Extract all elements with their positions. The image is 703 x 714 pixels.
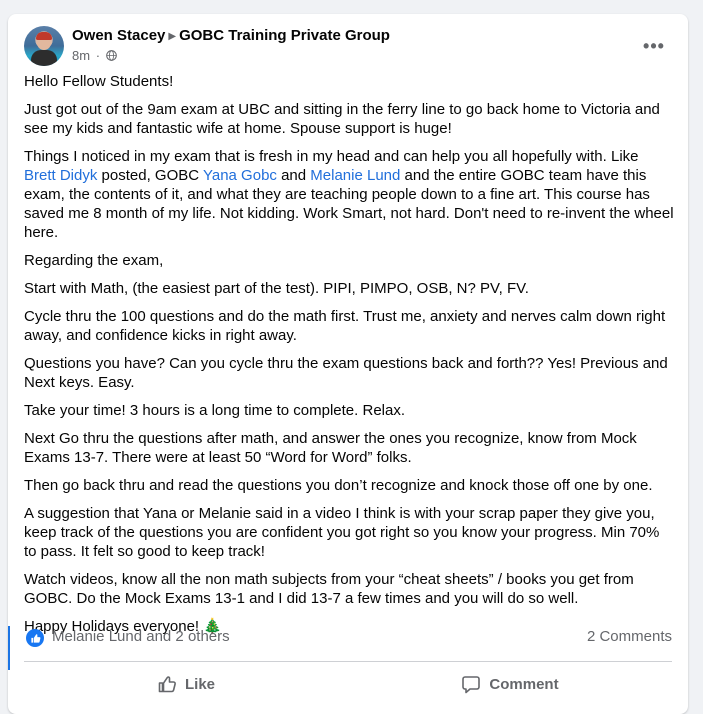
post-text: Watch videos, know all the non math subj… <box>24 571 634 607</box>
arrow-right-icon: ▶ <box>168 31 177 42</box>
post-paragraph: Just got out of the 9am exam at UBC and … <box>24 100 674 138</box>
post-paragraph: Things I noticed in my exam that is fres… <box>24 147 674 242</box>
post-body: Hello Fellow Students! Just got out of th… <box>24 72 674 645</box>
meta-separator: · <box>95 48 101 63</box>
post-paragraph: A suggestion that Yana or Melanie said i… <box>24 504 674 561</box>
post-time[interactable]: 8m <box>72 48 90 63</box>
post-text: Start with Math, (the easiest part of th… <box>24 280 529 297</box>
thumbs-up-outline-icon <box>158 676 176 693</box>
post-header: Owen Stacey ▶ GOBC Training Private Group … <box>24 26 672 66</box>
post-paragraph: Then go back thru and read the questions… <box>24 476 674 495</box>
post-text: Questions you have? Can you cycle thru t… <box>24 355 668 391</box>
reactions-bar: Melanie Lund and 2 others 2 Comments <box>8 626 688 670</box>
post-text: Then go back thru and read the questions… <box>24 477 653 494</box>
post-text: and <box>276 167 311 184</box>
reaction-summary[interactable]: Melanie Lund and 2 others <box>52 628 230 645</box>
post-paragraph: Cycle thru the 100 questions and do the … <box>24 307 674 345</box>
post-text: posted, GOBC <box>97 167 203 184</box>
post-paragraph: Next Go thru the questions after math, a… <box>24 429 674 467</box>
post-text: Regarding the exam, <box>24 252 164 269</box>
divider <box>24 661 672 662</box>
mention-link[interactable]: Brett Didyk <box>24 167 97 184</box>
post-text: Hello Fellow Students! <box>24 73 174 90</box>
post-text: Take your time! 3 hours is a long time t… <box>24 402 406 419</box>
post-text: Just got out of the 9am exam at UBC and … <box>24 101 660 137</box>
thumbs-up-icon[interactable] <box>26 629 44 647</box>
globe-icon <box>105 50 117 61</box>
comment-bubble-icon <box>462 676 481 694</box>
more-options-icon[interactable]: ••• <box>636 28 672 64</box>
author-name[interactable]: Owen Stacey <box>72 27 165 44</box>
comments-count[interactable]: 2 Comments <box>587 628 672 645</box>
author-avatar[interactable] <box>24 26 64 66</box>
mention-link[interactable]: Yana Gobc <box>203 167 277 184</box>
post-paragraph: Start with Math, (the easiest part of th… <box>24 279 674 298</box>
post-text: Cycle thru the 100 questions and do the … <box>24 308 666 344</box>
post-paragraph: Take your time! 3 hours is a long time t… <box>24 401 674 420</box>
post-paragraph: Regarding the exam, <box>24 251 674 270</box>
comment-button[interactable]: Comment <box>348 666 672 702</box>
post-card: Owen Stacey ▶ GOBC Training Private Group … <box>8 14 688 714</box>
post-actions: Like Comment <box>24 666 672 702</box>
post-paragraph: Hello Fellow Students! <box>24 72 674 91</box>
post-text: Things I noticed in my exam that is fres… <box>24 148 639 165</box>
post-paragraph: Questions you have? Can you cycle thru t… <box>24 354 674 392</box>
post-meta: 8m · <box>72 48 117 63</box>
like-button[interactable]: Like <box>24 666 348 702</box>
group-name[interactable]: GOBC Training Private Group <box>179 27 390 44</box>
post-title: Owen Stacey ▶ GOBC Training Private Group <box>72 27 390 44</box>
post-text: Next Go thru the questions after math, a… <box>24 430 637 466</box>
like-label: Like <box>184 675 215 693</box>
mention-link[interactable]: Melanie Lund <box>310 167 400 184</box>
post-text: A suggestion that Yana or Melanie said i… <box>24 505 660 560</box>
focus-indicator <box>8 626 10 670</box>
post-paragraph: Watch videos, know all the non math subj… <box>24 570 674 608</box>
comment-label: Comment <box>489 675 559 693</box>
